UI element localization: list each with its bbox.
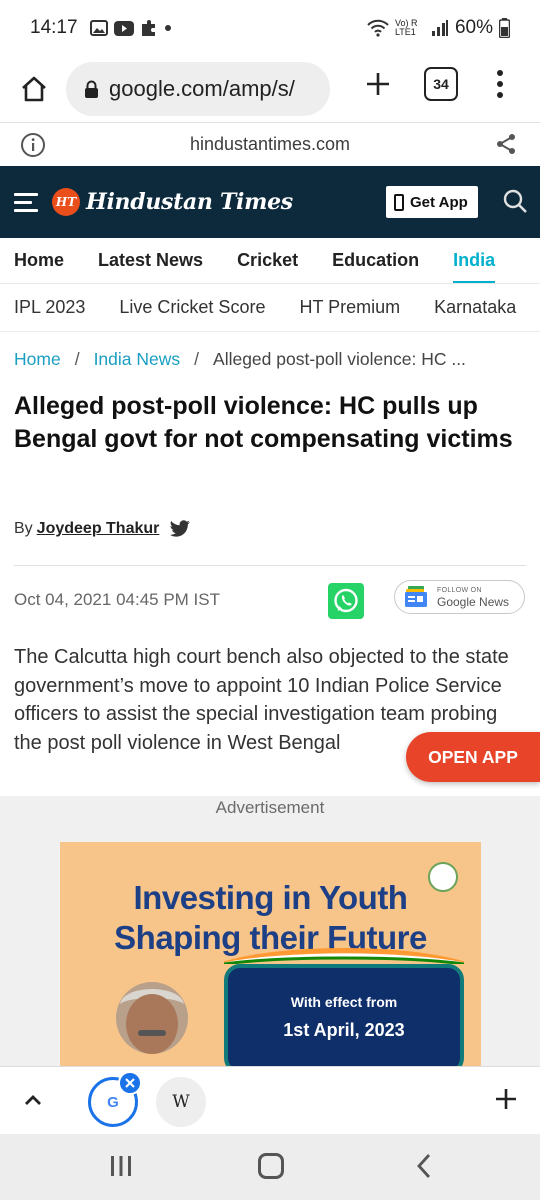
battery-percent: 60%: [454, 17, 493, 38]
search-icon: [503, 189, 527, 213]
tab-switcher-button[interactable]: 34: [424, 67, 458, 101]
home-icon: [22, 76, 46, 102]
ad-box-line2: 1st April, 2023: [283, 1020, 405, 1040]
nav-item-home[interactable]: Home: [14, 250, 64, 271]
get-app-label: Get App: [410, 193, 468, 211]
more-menu-button[interactable]: [484, 62, 516, 106]
puzzle-icon: [141, 20, 155, 36]
menu-dot-icon: [497, 70, 503, 76]
site-header: HT Hindustan Times Get App: [0, 166, 540, 238]
breadcrumb-section[interactable]: India News: [94, 349, 181, 370]
breadcrumb-separator: /: [74, 349, 80, 369]
ad-title-line1: Investing in Youth: [133, 879, 408, 916]
address-bar[interactable]: google.com/amp/s/: [66, 62, 330, 116]
plus-icon: [367, 73, 389, 95]
nav-item-india[interactable]: India: [453, 250, 496, 283]
tab-group-strip: G W: [0, 1066, 540, 1134]
twitter-button[interactable]: [169, 520, 191, 538]
ad-banner[interactable]: Investing in Youth Shaping their Future …: [60, 842, 481, 1072]
ad-person-image: [116, 982, 188, 1054]
menu-dot-icon: [497, 92, 503, 98]
google-news-small-label: FOLLOW ON: [437, 586, 482, 594]
nav-item-cricket[interactable]: Cricket: [237, 250, 298, 271]
gallery-icon: [89, 20, 108, 36]
dot-icon: [164, 25, 171, 31]
google-icon: G: [107, 1093, 119, 1111]
breadcrumb-separator: /: [194, 349, 200, 369]
advertisement-label: Advertisement: [215, 798, 325, 817]
url-text: google.com/amp/s/: [109, 76, 295, 101]
nav-item-ht-premium[interactable]: HT Premium: [299, 297, 400, 318]
article-date: Oct 04, 2021 04:45 PM IST: [14, 590, 221, 609]
google-news-label: Google News: [437, 594, 510, 609]
close-tab-button[interactable]: [118, 1071, 142, 1095]
status-time: 14:17: [30, 17, 78, 38]
system-home-button[interactable]: [258, 1153, 284, 1179]
info-button[interactable]: [20, 132, 46, 163]
search-button[interactable]: [502, 188, 528, 219]
recent-apps-button[interactable]: [108, 1153, 134, 1184]
battery-icon: [499, 18, 510, 38]
hamburger-menu-icon[interactable]: [14, 192, 38, 212]
home-button[interactable]: [12, 67, 56, 111]
wifi-icon: [367, 19, 389, 37]
system-navigation-bar: [0, 1134, 540, 1200]
back-chevron-icon: [417, 1154, 431, 1178]
amp-domain: hindustantimes.com: [189, 134, 351, 154]
google-news-follow-button[interactable]: FOLLOW ON Google News: [394, 580, 525, 614]
share-button[interactable]: [494, 132, 518, 161]
network-label: Vo) R LTE1: [394, 18, 418, 37]
breadcrumb-home[interactable]: Home: [14, 349, 61, 370]
author-link[interactable]: Joydeep Thakur: [37, 520, 160, 538]
close-icon: [125, 1078, 135, 1088]
breadcrumb: Home / India News / Alleged post-poll vi…: [14, 349, 524, 370]
open-app-button[interactable]: OPEN APP: [406, 732, 540, 782]
add-tab-button[interactable]: [494, 1087, 518, 1116]
byline: By Joydeep Thakur: [14, 520, 191, 538]
get-app-button[interactable]: Get App: [386, 186, 478, 218]
site-logo[interactable]: HT Hindustan Times: [52, 188, 293, 216]
lock-icon: [85, 80, 98, 98]
primary-nav: Home Latest News Cricket Education India: [0, 238, 540, 284]
info-icon: [21, 133, 45, 157]
article-headline: Alleged post-poll violence: HC pulls up …: [14, 392, 513, 453]
advertisement-area: Advertisement Investing in Youth Shaping…: [0, 796, 540, 1072]
divider: [14, 565, 526, 566]
breadcrumb-current: Alleged post-poll violence: HC ...: [213, 349, 466, 369]
ad-tricolor-stripes: [224, 948, 464, 964]
youtube-icon: [113, 20, 134, 36]
wikipedia-icon: W: [172, 1092, 190, 1112]
amp-viewer-header: hindustantimes.com: [0, 122, 540, 166]
twitter-icon: [170, 520, 191, 537]
logo-badge: HT: [52, 188, 80, 216]
nav-item-education[interactable]: Education: [332, 250, 419, 271]
back-button[interactable]: [412, 1152, 436, 1185]
menu-dot-icon: [497, 81, 503, 87]
new-tab-button[interactable]: [356, 62, 400, 106]
google-news-icon: [405, 586, 427, 607]
plus-icon: [496, 1089, 516, 1109]
whatsapp-icon: [328, 583, 364, 619]
nav-item-karnataka[interactable]: Karnataka: [434, 297, 516, 318]
nav-item-live-score[interactable]: Live Cricket Score: [119, 297, 265, 318]
recent-apps-icon: [111, 1156, 131, 1176]
ad-date-box: With effect from 1st April, 2023: [224, 964, 464, 1072]
nav-item-latest-news[interactable]: Latest News: [98, 250, 203, 271]
signal-icon: [431, 20, 448, 36]
status-bar: 14:17 Vo) R LTE1 60%: [0, 0, 540, 56]
browser-toolbar: google.com/amp/s/ 34: [0, 56, 540, 122]
share-icon: [497, 134, 515, 154]
tab-wikipedia[interactable]: W: [156, 1077, 206, 1127]
whatsapp-share-button[interactable]: [328, 583, 364, 619]
secondary-nav: IPL 2023 Live Cricket Score HT Premium K…: [0, 284, 540, 332]
expand-tabs-button[interactable]: [22, 1089, 44, 1116]
nav-item-ipl[interactable]: IPL 2023: [14, 297, 85, 318]
phone-icon: [394, 193, 404, 211]
chevron-up-icon: [25, 1095, 41, 1105]
ad-box-line1: With effect from: [290, 994, 398, 1010]
by-label: By: [14, 520, 33, 537]
logo-text: Hindustan Times: [86, 189, 293, 215]
